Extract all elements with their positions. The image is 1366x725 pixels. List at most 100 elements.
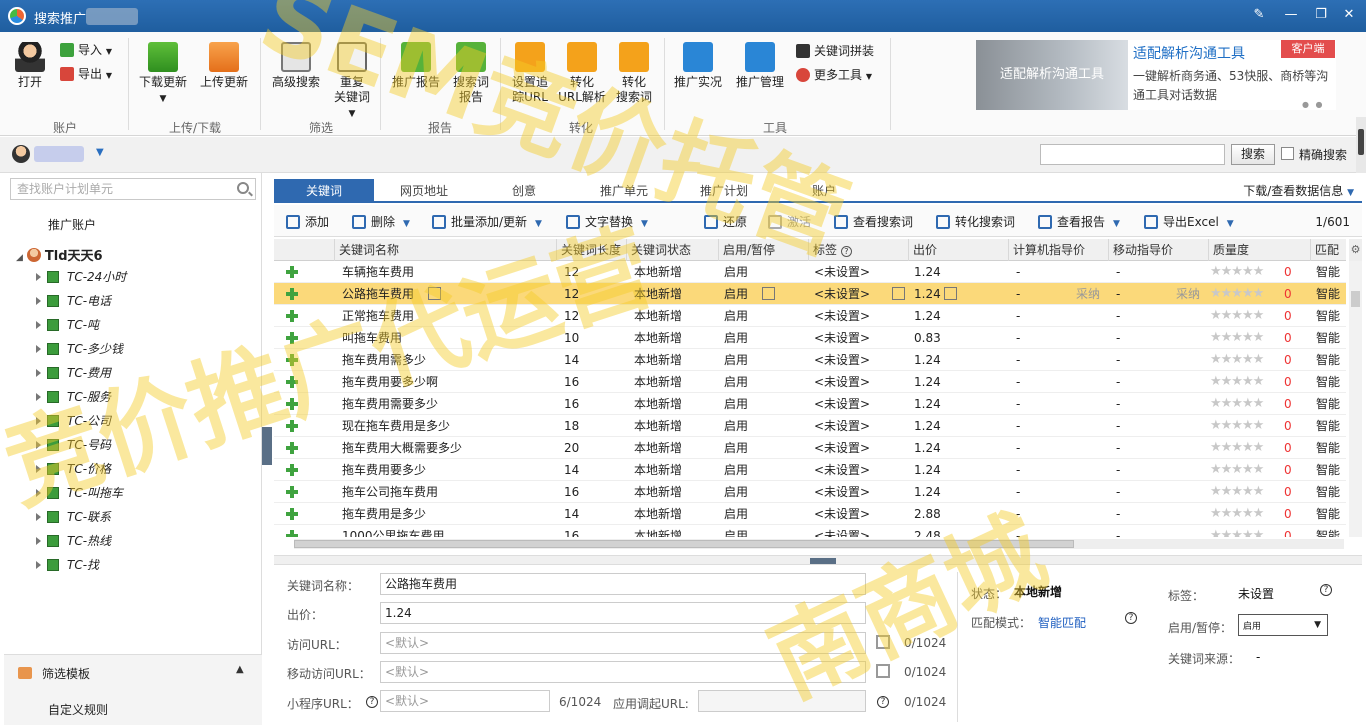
adopt-mobile-link[interactable]: 采纳 [1176, 283, 1200, 305]
mini-program-url-field[interactable]: <默认> [380, 690, 550, 712]
filter-template-header[interactable]: 筛选模板 [18, 665, 90, 682]
cell-name[interactable]: 拖车费用要多少 [338, 459, 426, 481]
window-scrollbar[interactable] [1356, 117, 1366, 173]
cell-bid[interactable]: 1.24 [910, 415, 941, 437]
keyword-name-field[interactable]: 公路拖车费用 [380, 573, 866, 595]
text-replace-button[interactable]: 文字替换 ▼ [566, 213, 648, 230]
help-icon[interactable]: ? [877, 696, 889, 708]
table-row[interactable]: 1000公里拖车费用 16 本地新增 启用 <未设置> 2.48 - - 智能 ★★★★★ 0 [274, 525, 1346, 537]
table-row[interactable]: 拖车费用需多少 14 本地新增 启用 <未设置> 1.24 - - 智能 ★★★★★ 0 [274, 349, 1346, 371]
col-bid[interactable]: 出价 [908, 239, 1008, 261]
cell-enabled[interactable]: 启用 [720, 525, 748, 537]
col-tag[interactable]: 标签 ? [808, 239, 908, 261]
column-settings-icon[interactable]: ⚙ [1349, 239, 1362, 261]
promo-live-button[interactable]: 推广实况 [672, 42, 724, 90]
cell-name[interactable]: 拖车费用是多少 [338, 503, 426, 525]
tab-plans[interactable]: 推广计划 [674, 179, 774, 203]
open-link-icon[interactable] [876, 664, 890, 678]
cell-name[interactable]: 拖车费用要多少啊 [338, 371, 438, 393]
expand-arrow-icon[interactable] [36, 441, 41, 449]
promo-manage-button[interactable]: 推广管理 [732, 42, 788, 90]
cell-tag[interactable]: <未设置> [810, 261, 870, 283]
add-row-icon[interactable] [286, 332, 298, 344]
export-excel-button[interactable]: 导出Excel ▼ [1144, 213, 1234, 230]
cell-enabled[interactable]: 启用 [720, 349, 748, 371]
tree-node-unit[interactable]: TC-热线 [36, 529, 111, 553]
add-row-icon[interactable] [286, 310, 298, 322]
scrollbar-thumb[interactable] [294, 540, 1074, 548]
tab-account[interactable]: 账户 [774, 179, 874, 203]
tree-node-unit[interactable]: TC-公司 [36, 409, 111, 433]
edit-icon[interactable] [944, 287, 957, 300]
table-row[interactable]: 拖车费用要多少啊 16 本地新增 启用 <未设置> 1.24 - - 智能 ★★★★★ 0 [274, 371, 1346, 393]
tab-units[interactable]: 推广单元 [574, 179, 674, 203]
cell-enabled[interactable]: 启用 [720, 481, 748, 503]
delete-button[interactable]: 删除 ▼ [352, 213, 410, 230]
export-button[interactable]: 导出 ▼ [60, 65, 112, 83]
tree-node-unit[interactable]: TC-服务 [36, 385, 111, 409]
add-row-icon[interactable] [286, 288, 298, 300]
tree-node-unit[interactable]: TC-价格 [36, 457, 111, 481]
collapse-up-icon[interactable]: ▲ [236, 664, 244, 675]
add-row-icon[interactable] [286, 464, 298, 476]
expand-arrow-icon[interactable] [36, 465, 41, 473]
download-update-button[interactable]: 下载更新 ▼ [138, 42, 188, 107]
add-row-icon[interactable] [286, 354, 298, 366]
cell-enabled[interactable]: 启用 [720, 459, 748, 481]
advanced-search-button[interactable]: 高级搜索 [270, 42, 322, 90]
bulk-add-button[interactable]: 批量添加/更新 ▼ [432, 213, 542, 230]
tab-creatives[interactable]: 创意 [474, 179, 574, 203]
tree-node-unit[interactable]: TC-电话 [36, 289, 111, 313]
panel-collapse-handle[interactable] [262, 427, 272, 465]
url-parse-button[interactable]: 转化 URL解析 [558, 42, 606, 105]
adopt-pc-link[interactable]: 采纳 [1076, 283, 1100, 305]
restore-button[interactable]: 还原 [704, 213, 747, 230]
cell-bid[interactable]: 1.24 [910, 349, 941, 371]
open-link-icon[interactable] [876, 635, 890, 649]
col-enabled[interactable]: 启用/暂停 [718, 239, 808, 261]
expand-arrow-icon[interactable] [36, 417, 41, 425]
add-row-icon[interactable] [286, 508, 298, 520]
add-row-icon[interactable] [286, 530, 298, 537]
search-icon[interactable] [237, 182, 249, 194]
cell-bid[interactable]: 0.83 [910, 327, 941, 349]
cell-bid[interactable]: 1.24 [910, 481, 941, 503]
tag-value[interactable]: 未设置 [1238, 585, 1274, 602]
cell-tag[interactable]: <未设置> [810, 481, 870, 503]
edit-icon[interactable] [428, 287, 441, 300]
cell-bid[interactable]: 1.24 [910, 437, 941, 459]
upload-update-button[interactable]: 上传更新 [199, 42, 249, 90]
help-icon[interactable]: ? [1125, 612, 1137, 624]
add-row-icon[interactable] [286, 442, 298, 454]
add-row-icon[interactable] [286, 420, 298, 432]
cell-tag[interactable]: <未设置> [810, 283, 870, 305]
cell-tag[interactable]: <未设置> [810, 327, 870, 349]
add-row-icon[interactable] [286, 376, 298, 388]
detail-splitter[interactable] [274, 555, 1362, 565]
view-report-button[interactable]: 查看报告 ▼ [1038, 213, 1120, 230]
table-row[interactable]: 正常拖车费用 12 本地新增 启用 <未设置> 1.24 - - 智能 ★★★★★ 0 [274, 305, 1346, 327]
cell-bid[interactable]: 1.24 [910, 261, 941, 283]
expand-arrow-icon[interactable] [36, 537, 41, 545]
expand-arrow-icon[interactable] [36, 321, 41, 329]
close-icon[interactable]: ✕ [1338, 5, 1360, 25]
splitter-handle[interactable] [810, 558, 836, 564]
expand-arrow-icon[interactable] [36, 561, 41, 569]
cell-name[interactable]: 正常拖车费用 [338, 305, 414, 327]
cell-enabled[interactable]: 启用 [720, 283, 748, 305]
table-row[interactable]: 拖车费用要多少 14 本地新增 启用 <未设置> 1.24 - - 智能 ★★★★★ 0 [274, 459, 1346, 481]
convert-search-terms-button[interactable]: 转化搜索词 [936, 213, 1015, 230]
col-mobile-price[interactable]: 移动指导价 [1108, 239, 1208, 261]
exact-search-checkbox[interactable] [1281, 147, 1294, 160]
cell-name[interactable]: 公路拖车费用 [338, 283, 414, 305]
minimize-icon[interactable]: — [1280, 5, 1302, 25]
tree-node-unit[interactable]: TC-找 [36, 553, 99, 577]
col-keyword-length[interactable]: 关键词长度 [556, 239, 626, 261]
scrollbar-thumb[interactable] [1351, 291, 1360, 307]
tracking-url-button[interactable]: 设置追 踪URL [508, 42, 552, 105]
cell-tag[interactable]: <未设置> [810, 371, 870, 393]
expand-arrow-icon[interactable] [36, 345, 41, 353]
cell-bid[interactable]: 1.24 [910, 393, 941, 415]
tab-keywords[interactable]: 关键词 [274, 179, 374, 203]
table-row[interactable]: 拖车费用是多少 14 本地新增 启用 <未设置> 2.88 - - 智能 ★★★★★ 0 [274, 503, 1346, 525]
